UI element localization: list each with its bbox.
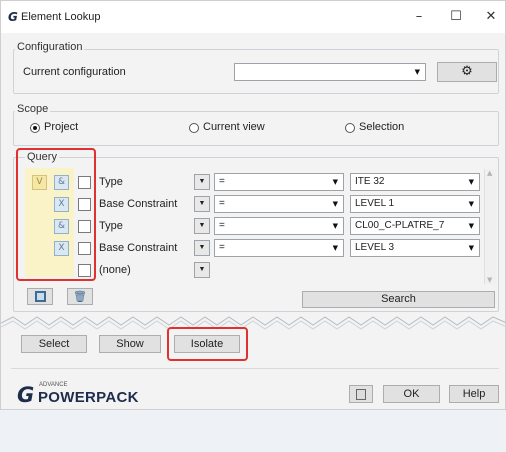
element-lookup-window: G Element Lookup – ☐ ✕ Configuration Cur… [0,0,506,410]
value-text: LEVEL 3 [355,242,395,253]
chevron-down-icon: ▼ [198,200,206,207]
radio-icon [345,123,355,133]
chevron-down-icon: ▼ [468,200,474,208]
configuration-settings-button[interactable]: ⚙ [437,62,497,82]
operator-value: = [219,220,225,231]
scope-option-label: Project [44,121,79,133]
query-highlight-annotation [16,148,96,281]
value-text: ITE 32 [355,176,385,187]
operator-value: = [219,176,225,187]
chevron-down-icon: ▼ [468,178,474,186]
chevron-down-icon: ▼ [198,222,206,229]
title-bar: G Element Lookup – ☐ ✕ [1,1,505,33]
chevron-down-icon: ▼ [332,200,338,208]
maximize-button[interactable]: ☐ [441,4,471,30]
parameter-picker-button[interactable]: ▼ [194,240,210,256]
scope-option-project[interactable]: Project [30,121,100,135]
footer-divider [11,368,499,369]
value-dropdown[interactable]: CL00_C-PLATRE_7 ▼ [350,217,480,235]
help-button[interactable]: Help [449,385,499,403]
current-configuration-label: Current configuration [23,66,126,78]
ok-button[interactable]: OK [383,385,440,403]
scope-option-current-view[interactable]: Current view [189,121,279,135]
torn-edge-divider [1,316,506,330]
parameter-label: Type [99,220,123,232]
select-button[interactable]: Select [21,335,87,353]
configuration-label: Configuration [15,41,85,53]
scope-option-label: Selection [359,121,405,133]
delete-row-button[interactable]: 🗑 [67,288,93,305]
query-scrollbar[interactable]: ▲ ▼ [484,169,496,284]
operator-dropdown[interactable]: = ▼ [214,217,344,235]
chevron-down-icon: ▼ [332,222,338,230]
clipboard-icon [356,389,366,400]
search-button[interactable]: Search [302,291,495,308]
advance-powerpack-logo: G ADVANCE POWERPACK [17,382,157,407]
value-dropdown[interactable]: LEVEL 1 ▼ [350,195,480,213]
parameter-picker-button[interactable]: ▼ [194,218,210,234]
scope-option-label: Current view [203,121,265,133]
chevron-down-icon: ▼ [468,222,474,230]
brand-small-text: ADVANCE [39,382,68,388]
value-text: LEVEL 1 [355,198,395,209]
parameter-picker-button[interactable]: ▼ [194,262,210,278]
operator-dropdown[interactable]: = ▼ [214,195,344,213]
window-title: Element Lookup [21,11,101,23]
operator-dropdown[interactable]: = ▼ [214,173,344,191]
target-icon [34,291,46,302]
clipboard-button[interactable] [349,385,373,403]
chevron-down-icon: ▼ [198,244,206,251]
chevron-down-icon: ▼ [198,266,206,273]
value-dropdown[interactable]: ITE 32 ▼ [350,173,480,191]
value-dropdown[interactable]: LEVEL 3 ▼ [350,239,480,257]
isolate-highlight-annotation [167,327,248,361]
brand-big-text: POWERPACK [38,389,139,406]
value-text: CL00_C-PLATRE_7 [355,220,445,231]
parameter-label: Type [99,176,123,188]
scope-option-selection[interactable]: Selection [345,121,425,135]
close-button[interactable]: ✕ [476,4,506,30]
minimize-button[interactable]: – [404,4,434,30]
chevron-down-icon: ▼ [332,244,338,252]
chevron-down-icon: ▼ [198,178,206,185]
chevron-down-icon: ▼ [414,68,420,76]
scroll-up-icon[interactable]: ▲ [487,169,492,177]
parameter-label: (none) [99,264,131,276]
parameter-picker-button[interactable]: ▼ [194,174,210,190]
parameter-picker-button[interactable]: ▼ [194,196,210,212]
radio-selected-icon [30,123,40,133]
g-logo-icon: G [8,10,18,24]
parameter-label: Base Constraint [99,242,178,254]
select-in-model-button[interactable] [27,288,53,305]
operator-dropdown[interactable]: = ▼ [214,239,344,257]
scroll-down-icon[interactable]: ▼ [487,276,492,284]
operator-value: = [219,242,225,253]
trash-icon: 🗑 [73,290,87,303]
radio-icon [189,123,199,133]
show-button[interactable]: Show [99,335,161,353]
operator-value: = [219,198,225,209]
configuration-dropdown[interactable]: ▼ [234,63,426,81]
parameter-label: Base Constraint [99,198,178,210]
chevron-down-icon: ▼ [332,178,338,186]
g-logo-icon: G [17,383,35,407]
scope-label: Scope [15,103,51,115]
gear-icon: ⚙ [461,64,473,79]
chevron-down-icon: ▼ [468,244,474,252]
